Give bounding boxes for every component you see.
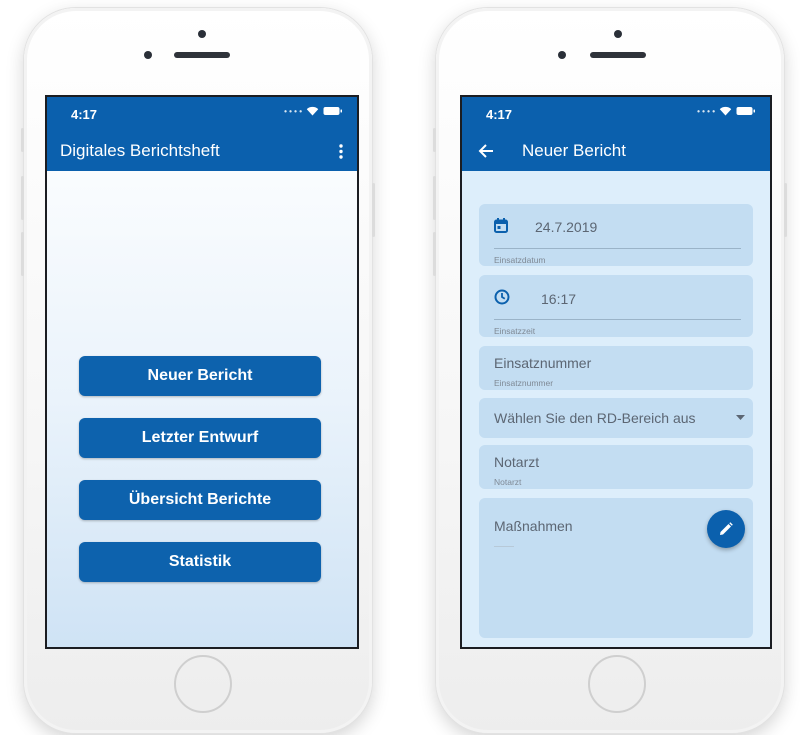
earpiece-speaker	[174, 52, 230, 58]
arrow-back-icon[interactable]	[478, 143, 494, 159]
time-helper-text: Einsatzzeit	[494, 326, 536, 336]
screen-right: 4:17 • • • • Neuer Bericht 24.7.2019 Ein…	[460, 95, 772, 649]
date-helper-text: Einsatzdatum	[494, 255, 546, 265]
screen-left: 4:17 • • • • Digitales Berichtsheft Neue…	[45, 95, 359, 649]
emergency-doctor-helper-text: Notarzt	[494, 477, 522, 487]
volume-up-button	[21, 176, 24, 220]
mute-switch	[433, 128, 436, 152]
time-underline	[494, 319, 741, 320]
date-underline	[494, 248, 741, 249]
rd-area-value: Wählen Sie den RD-Bereich aus	[494, 410, 696, 426]
last-draft-button[interactable]: Letzter Entwurf	[79, 418, 321, 458]
new-report-label: Neuer Bericht	[147, 367, 253, 384]
pencil-icon	[720, 522, 733, 535]
front-sensor	[558, 51, 566, 59]
battery-icon	[736, 107, 755, 115]
front-camera	[198, 30, 206, 38]
calendar-icon	[494, 218, 508, 233]
time-field[interactable]: 16:17 Einsatzzeit	[479, 275, 753, 337]
emergency-doctor-field[interactable]: Notarzt Notarzt	[479, 445, 753, 489]
time-value: 16:17	[541, 291, 577, 307]
statistics-button[interactable]: Statistik	[79, 542, 321, 582]
earpiece-speaker	[590, 52, 646, 58]
status-time: 4:17	[71, 107, 98, 122]
new-report-button[interactable]: Neuer Bericht	[79, 356, 321, 396]
status-time: 4:17	[486, 107, 513, 122]
phone-frame-right: 4:17 • • • • Neuer Bericht 24.7.2019 Ein…	[433, 8, 787, 733]
signal-dots-icon: • • • •	[284, 106, 302, 116]
more-vert-icon[interactable]	[339, 144, 343, 159]
front-camera	[614, 30, 622, 38]
reports-overview-label: Übersicht Berichte	[128, 491, 272, 508]
date-field[interactable]: 24.7.2019 Einsatzdatum	[479, 204, 753, 266]
reports-overview-button[interactable]: Übersicht Berichte	[79, 480, 321, 520]
home-button[interactable]	[174, 655, 232, 713]
emergency-doctor-value: Notarzt	[494, 454, 540, 470]
measures-underline	[494, 546, 514, 547]
power-button	[784, 183, 787, 237]
status-bar: 4:17 • • • •	[47, 97, 357, 131]
wifi-icon	[306, 106, 319, 116]
mission-number-value: Einsatznummer	[494, 355, 592, 371]
wifi-icon	[719, 106, 732, 116]
mission-number-field[interactable]: Einsatznummer Einsatznummer	[479, 346, 753, 390]
battery-icon	[323, 107, 342, 115]
volume-up-button	[433, 176, 436, 220]
front-sensor	[144, 51, 152, 59]
phone-frame-left: 4:17 • • • • Digitales Berichtsheft Neue…	[21, 8, 375, 733]
mute-switch	[21, 128, 24, 152]
app-bar: Neuer Bericht	[462, 131, 770, 171]
clock-icon	[494, 289, 510, 305]
statistics-label: Statistik	[168, 553, 232, 570]
measures-value: Maßnahmen	[494, 518, 573, 534]
volume-down-button	[433, 232, 436, 276]
signal-dots-icon: • • • •	[697, 106, 715, 116]
rd-area-select[interactable]: Wählen Sie den RD-Bereich aus	[479, 398, 753, 438]
home-button[interactable]	[588, 655, 646, 713]
edit-fab[interactable]	[707, 510, 745, 548]
app-title: Digitales Berichtsheft	[60, 141, 220, 160]
date-value: 24.7.2019	[535, 219, 598, 235]
volume-down-button	[21, 232, 24, 276]
dropdown-arrow-icon	[736, 415, 745, 420]
status-bar: 4:17 • • • •	[462, 97, 770, 131]
last-draft-label: Letzter Entwurf	[141, 429, 259, 446]
power-button	[372, 183, 375, 237]
app-bar: Digitales Berichtsheft	[47, 131, 357, 171]
page-title: Neuer Bericht	[522, 141, 626, 160]
mission-number-helper-text: Einsatznummer	[494, 378, 554, 388]
measures-field[interactable]: Maßnahmen	[479, 498, 753, 638]
